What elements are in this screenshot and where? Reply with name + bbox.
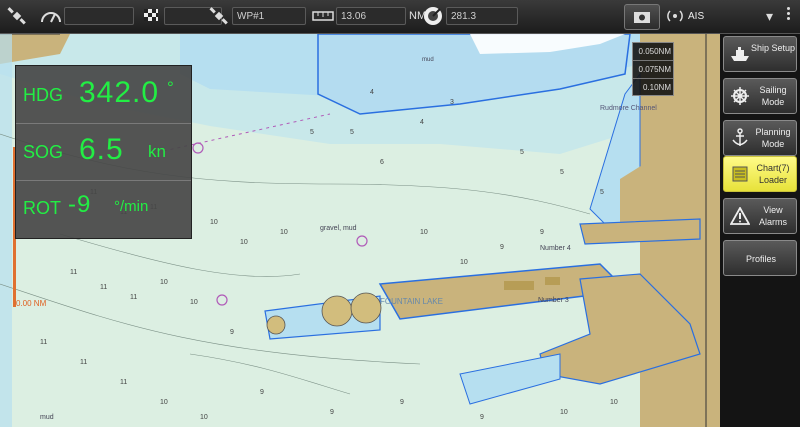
svg-text:9: 9: [330, 409, 334, 416]
more-menu-icon[interactable]: [783, 5, 793, 25]
svg-text:10: 10: [280, 229, 288, 236]
hdg-value: 342.0: [79, 76, 160, 109]
svg-text:11: 11: [100, 284, 107, 291]
svg-text:5: 5: [600, 189, 604, 196]
svg-text:10: 10: [240, 239, 248, 246]
right-sidebar: Ship Setup Sailing Mode Planning Mode Ch…: [720, 34, 800, 427]
view-alarms-label: View Alarms: [758, 205, 787, 227]
svg-text:11: 11: [70, 269, 77, 276]
svg-text:9: 9: [400, 399, 404, 406]
sailing-mode-label: Sailing Mode: [759, 85, 787, 107]
svg-text:5: 5: [350, 129, 354, 136]
bearing-field: 281.3: [446, 7, 518, 25]
scale-option[interactable]: 0.050NM: [633, 43, 673, 61]
svg-text:11: 11: [40, 339, 47, 346]
svg-text:5: 5: [310, 129, 314, 136]
ais-antenna-icon[interactable]: [662, 4, 688, 28]
svg-text:11: 11: [120, 379, 127, 386]
svg-text:10: 10: [420, 229, 428, 236]
svg-text:10: 10: [160, 399, 168, 406]
satellite-icon: [206, 4, 232, 28]
svg-text:5: 5: [560, 169, 564, 176]
scale-option[interactable]: 0.075NM: [633, 61, 673, 79]
svg-text:9: 9: [500, 244, 504, 251]
view-alarms-button[interactable]: View Alarms: [723, 198, 797, 234]
chart-label-rudmore: Rudmore Channel: [600, 105, 657, 112]
planning-mode-button[interactable]: Planning Mode: [723, 120, 797, 156]
rot-row: ROT -9 °/min: [16, 180, 191, 237]
scale-selector[interactable]: 0.050NM 0.075NM 0.10NM: [632, 42, 674, 96]
planning-mode-label: Planning Mode: [755, 127, 791, 149]
distance-ruler-icon: [310, 4, 336, 28]
satellite-icon[interactable]: [4, 4, 30, 28]
rot-unit: °/min: [114, 198, 149, 215]
chart-label-mud: mud: [40, 414, 54, 421]
svg-text:11: 11: [80, 359, 87, 366]
ship-icon: [730, 44, 750, 64]
profiles-button[interactable]: Profiles: [723, 240, 797, 276]
chart-label-number4: Number 4: [540, 245, 571, 252]
svg-text:4: 4: [420, 119, 424, 126]
helm-icon: [730, 86, 750, 106]
anchor-icon: [730, 128, 750, 148]
chart-label-gravel-mud: gravel, mud: [320, 225, 357, 232]
chevron-down-icon[interactable]: ▾: [766, 8, 773, 25]
rot-value: -9: [68, 191, 92, 218]
checkered-flag-icon: [138, 4, 164, 28]
svg-text:10: 10: [200, 414, 208, 421]
camera-icon: [634, 12, 650, 23]
hdg-row: HDG 342.0 °: [16, 66, 191, 124]
sog-row: SOG 6.5 kn: [16, 123, 191, 181]
svg-text:11: 11: [130, 294, 137, 301]
chart-label-number3: Number 3: [538, 297, 569, 304]
waypoint-field[interactable]: WP#1: [232, 7, 306, 25]
svg-text:10: 10: [560, 409, 568, 416]
hdg-unit: °: [167, 78, 174, 97]
ship-setup-label: Ship Setup: [750, 43, 796, 53]
sailing-mode-button[interactable]: Sailing Mode: [723, 78, 797, 114]
speedometer-icon: [38, 4, 64, 28]
chart-label-mud-2: mud: [422, 57, 434, 63]
svg-text:5: 5: [520, 149, 524, 156]
svg-text:9: 9: [480, 414, 484, 421]
rot-label: ROT: [23, 198, 61, 218]
chart-label-fountain-lake: FOUNTAIN LAKE: [380, 297, 443, 306]
svg-text:9: 9: [230, 329, 234, 336]
svg-text:3: 3: [450, 99, 454, 106]
sog-label: SOG: [23, 142, 64, 162]
top-status-bar: WP#1 13.06 NM 281.3 AIS ▾: [0, 0, 800, 34]
svg-text:6: 6: [380, 159, 384, 166]
scale-option[interactable]: 0.10NM: [633, 79, 673, 96]
hdg-label: HDG: [23, 85, 63, 105]
svg-text:10: 10: [460, 259, 468, 266]
svg-text:9: 9: [260, 389, 264, 396]
ship-setup-button[interactable]: Ship Setup: [723, 36, 797, 72]
svg-text:10: 10: [610, 399, 618, 406]
svg-text:10: 10: [210, 219, 218, 226]
nav-data-panel: HDG 342.0 ° SOG 6.5 kn ROT -9 °/min: [15, 65, 192, 239]
ais-label[interactable]: AIS: [688, 11, 704, 22]
svg-text:4: 4: [370, 89, 374, 96]
warning-icon: [730, 206, 750, 226]
distance-field: 13.06: [336, 7, 406, 25]
svg-text:9: 9: [540, 229, 544, 236]
record-button[interactable]: [624, 4, 660, 30]
svg-text:10: 10: [190, 299, 198, 306]
chart-loader-label: Chart(7) Loader: [756, 163, 790, 185]
sog-value: 6.5: [79, 133, 124, 166]
sog-unit: kn: [148, 142, 166, 161]
speed-field: [64, 7, 134, 25]
chart-loader-icon: [730, 164, 750, 184]
chart-loader-button[interactable]: Chart(7) Loader: [723, 156, 797, 192]
svg-text:10: 10: [160, 279, 168, 286]
range-ruler-label: 0.00 NM: [16, 299, 47, 308]
bearing-compass-icon: [420, 4, 446, 28]
profiles-label: Profiles: [745, 254, 776, 264]
